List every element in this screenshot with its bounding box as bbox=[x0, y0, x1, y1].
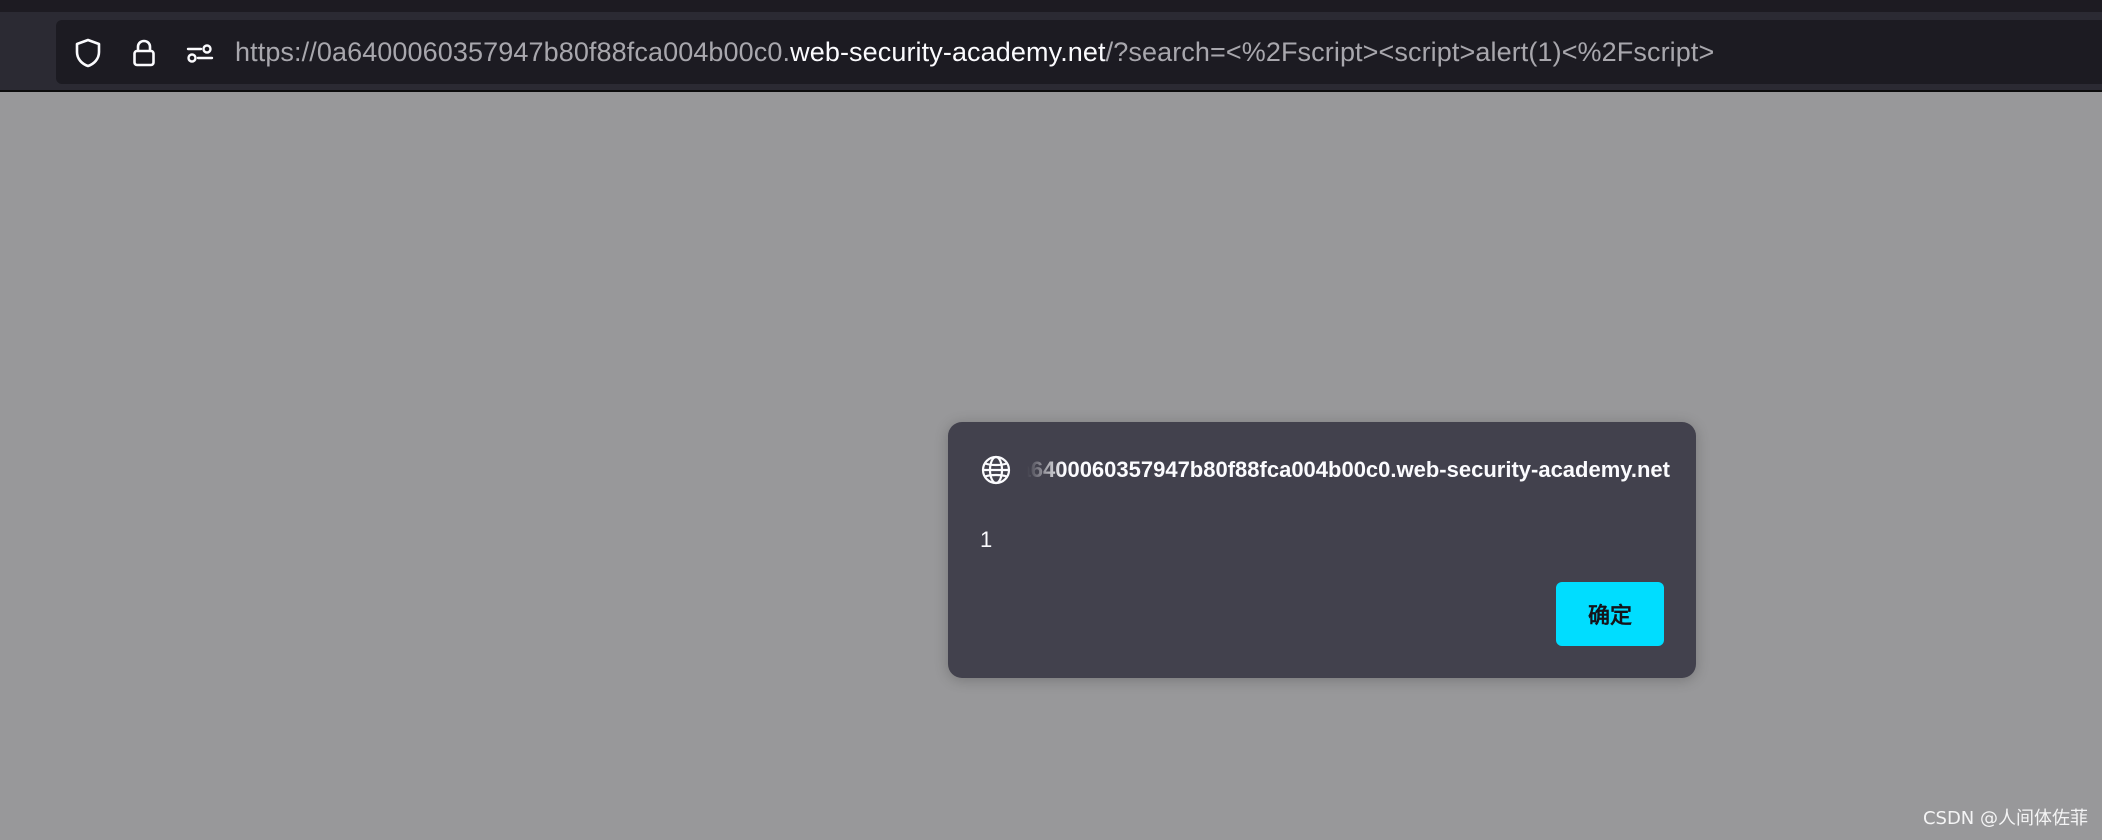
alert-dialog: 0a6400060357947b80f88fca004b00c0.web-sec… bbox=[948, 422, 1696, 678]
sliders-icon[interactable] bbox=[184, 37, 216, 69]
dialog-message: 1 bbox=[980, 527, 993, 552]
browser-toolbar: https://0a6400060357947b80f88fca004b00c0… bbox=[0, 12, 2102, 92]
ok-button[interactable]: 确定 bbox=[1556, 582, 1664, 646]
window-top-strip bbox=[0, 0, 2102, 12]
dialog-origin: 0a6400060357947b80f88fca004b00c0.web-sec… bbox=[1022, 457, 1670, 482]
url-text[interactable]: https://0a6400060357947b80f88fca004b00c0… bbox=[235, 33, 1714, 71]
origin-fade bbox=[1018, 450, 1064, 490]
url-bar[interactable]: https://0a6400060357947b80f88fca004b00c0… bbox=[56, 20, 2102, 84]
globe-icon bbox=[981, 455, 1011, 485]
watermark: CSDN @人间体佐菲 bbox=[1922, 808, 2088, 829]
url-host: web-security-academy.net bbox=[790, 37, 1106, 67]
lock-icon[interactable] bbox=[128, 37, 160, 69]
shield-icon[interactable] bbox=[72, 37, 104, 69]
url-path: /?search=<%2Fscript><script>alert(1)<%2F… bbox=[1105, 37, 1715, 67]
url-prefix: https://0a6400060357947b80f88fca004b00c0… bbox=[235, 37, 791, 67]
